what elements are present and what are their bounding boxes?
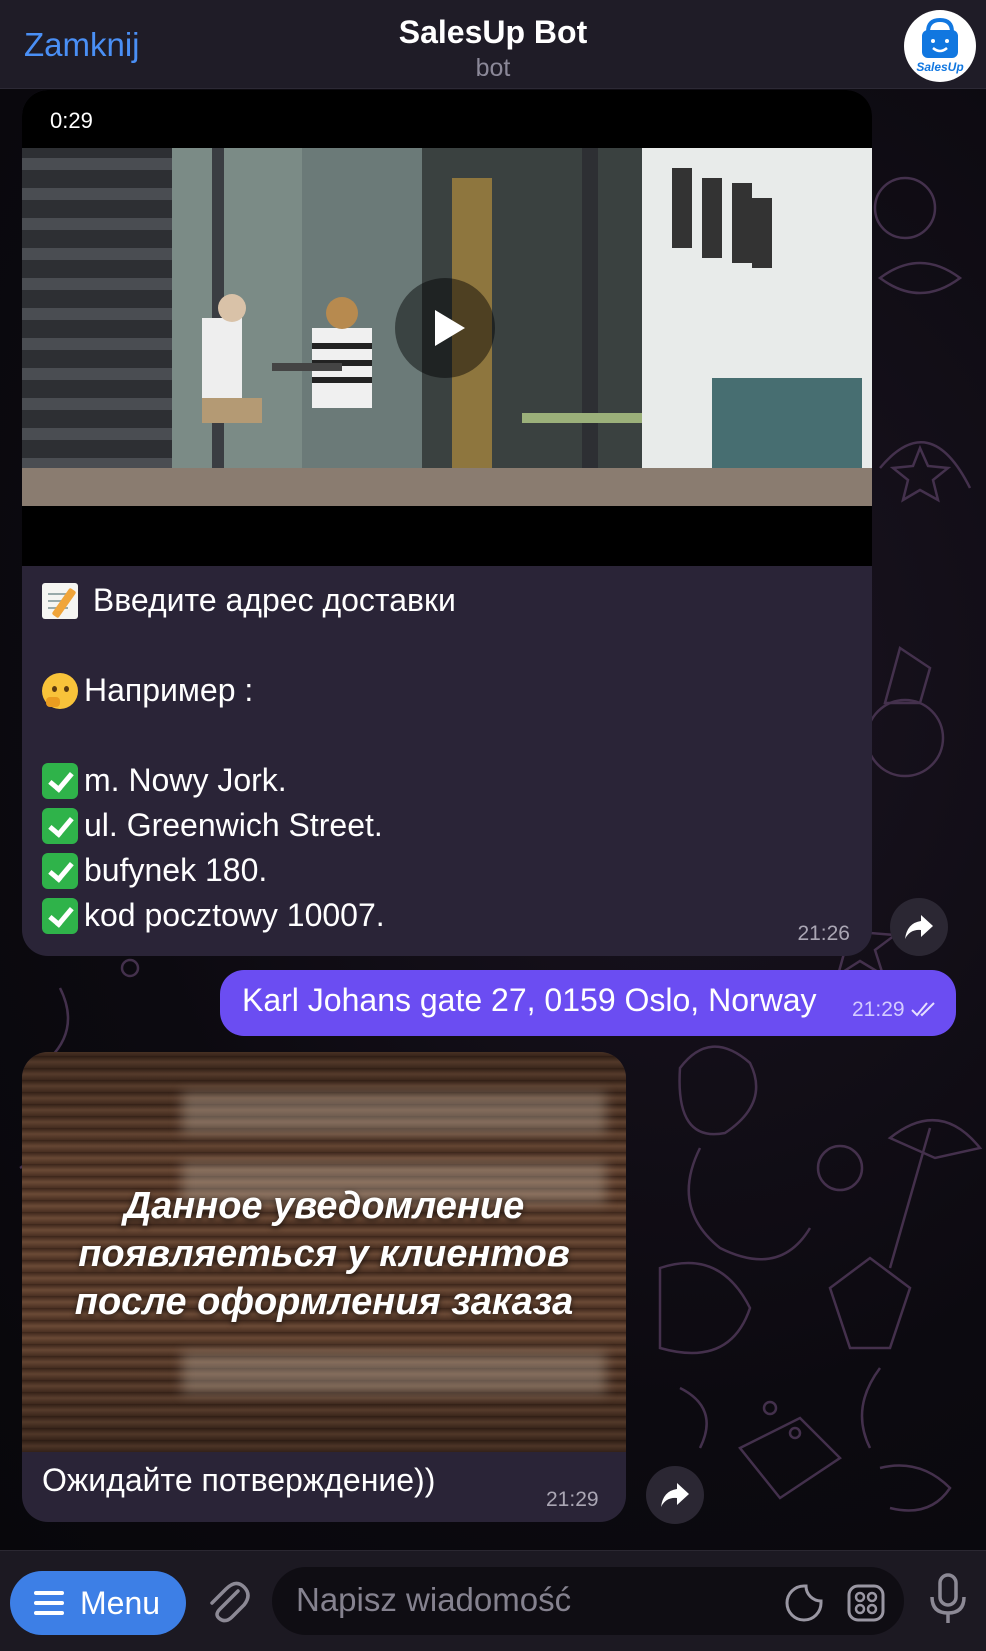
- forward-icon: [661, 1483, 689, 1507]
- check-emoji-icon: [42, 852, 78, 889]
- image-blur-stripe: [182, 1352, 606, 1394]
- video-player[interactable]: 0:29: [22, 90, 872, 566]
- message-text: Введите адрес доставки Например : m. Now…: [42, 578, 822, 938]
- check-emoji-icon: [42, 762, 78, 799]
- outgoing-time: 21:29: [852, 998, 905, 1021]
- read-checks-icon: [911, 1002, 935, 1017]
- text-line: bufynek 180.: [42, 848, 822, 893]
- text-line: ul. Greenwich Street.: [42, 803, 822, 848]
- avatar-label: SalesUp: [916, 60, 964, 74]
- outgoing-text: Karl Johans gate 27, 0159 Oslo, Norway: [242, 982, 817, 1018]
- check-emoji-icon: [42, 897, 78, 934]
- sticker-icon[interactable]: [784, 1583, 824, 1623]
- chat-title: SalesUp Bot: [398, 14, 588, 50]
- memo-emoji-icon: [42, 582, 78, 619]
- message-text: Ожидайте потверждение)): [42, 1462, 436, 1498]
- address-street: ul. Greenwich Street.: [84, 807, 383, 843]
- address-postcode: kod pocztowy 10007.: [84, 897, 385, 933]
- incoming-message-video: 0:29 Введите адрес доставки Например: m…: [22, 90, 872, 956]
- menu-icon: [34, 1591, 64, 1595]
- composer-bar: Menu Napisz wiadomość: [0, 1550, 986, 1651]
- menu-label: Menu: [80, 1585, 161, 1621]
- text-line: Введите адрес доставки: [42, 578, 822, 623]
- microphone-icon[interactable]: [928, 1573, 968, 1625]
- input-placeholder: Napisz wiadomość: [296, 1581, 572, 1618]
- keyboard-grid-icon[interactable]: [846, 1583, 886, 1623]
- text-line: m. Nowy Jork.: [42, 758, 822, 803]
- example-label: Например :: [84, 672, 254, 708]
- message-time: 21:26: [797, 922, 850, 945]
- notification-image[interactable]: Данное уведомление появляеться у клиенто…: [22, 1052, 626, 1452]
- forward-button[interactable]: [890, 898, 948, 956]
- message-time: 21:29: [546, 1488, 599, 1511]
- chat-header: Zamknij SalesUp Bot bot SalesUp: [0, 0, 986, 89]
- message-input[interactable]: Napisz wiadomość: [272, 1567, 904, 1635]
- image-blur-stripe: [182, 1092, 606, 1134]
- chat-subtitle: bot: [475, 54, 511, 82]
- image-caption: Данное уведомление появляеться у клиенто…: [74, 1185, 574, 1323]
- play-button[interactable]: [395, 278, 495, 378]
- outgoing-message: Karl Johans gate 27, 0159 Oslo, Norway 2…: [220, 970, 956, 1036]
- text-line: kod pocztowy 10007.: [42, 893, 822, 938]
- play-icon: [435, 310, 465, 346]
- menu-button[interactable]: Menu: [10, 1571, 186, 1635]
- thinking-emoji-icon: [42, 672, 78, 709]
- incoming-message-image: Данное уведомление появляеться у клиенто…: [22, 1052, 626, 1522]
- video-duration: 0:29: [50, 108, 93, 133]
- text-line: Например :: [42, 668, 822, 713]
- check-emoji-icon: [42, 807, 78, 844]
- address-building: bufynek 180.: [84, 852, 268, 888]
- address-city: m. Nowy Jork.: [84, 762, 287, 798]
- forward-icon: [905, 915, 933, 939]
- attach-icon[interactable]: [204, 1577, 252, 1627]
- forward-button[interactable]: [646, 1466, 704, 1524]
- bot-avatar[interactable]: SalesUp: [904, 10, 976, 82]
- prompt-text: Введите адрес доставки: [92, 582, 456, 618]
